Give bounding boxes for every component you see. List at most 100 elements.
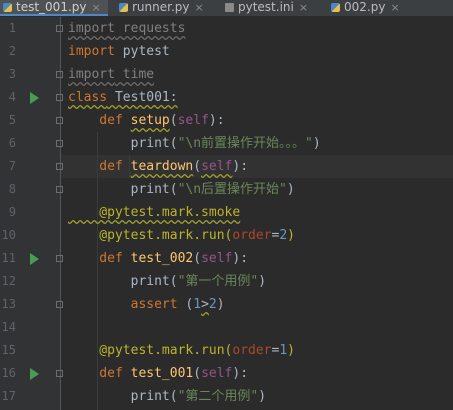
run-class-icon[interactable] (30, 92, 39, 104)
line-number: 1 (8, 21, 16, 35)
line-number: 8 (8, 182, 16, 196)
module-name: time (114, 67, 155, 82)
code-line-3: 3 import time (0, 63, 453, 86)
code-text: def teardown(self): (68, 155, 248, 178)
python-file-icon (331, 3, 340, 12)
code-line-4: 4 class Test001: (0, 86, 453, 109)
decorator: @pytest.mark.smoke (68, 205, 241, 220)
line-number: 4 (8, 90, 16, 104)
fold-icon[interactable] (56, 94, 63, 101)
line-number: 5 (8, 113, 16, 127)
fold-icon[interactable] (56, 255, 63, 262)
paren: ) (258, 389, 267, 404)
paren: ) (258, 274, 267, 289)
self-param: self (201, 366, 233, 381)
print-call: print( (68, 389, 178, 404)
tab-002-py[interactable]: 002.py × (328, 0, 418, 16)
code-text: @pytest.mark.run(order=1) (68, 339, 295, 362)
line-number: 17 (1, 389, 16, 403)
paren: ) (287, 228, 295, 243)
keyword-arg: order (232, 343, 272, 358)
line-number: 3 (8, 67, 16, 81)
paren: ): (232, 366, 249, 381)
code-line-10: 10 @pytest.mark.run(order=2) (0, 224, 453, 247)
close-tab-icon[interactable]: × (91, 1, 100, 14)
paren: ) (312, 136, 321, 151)
paren: ( (193, 159, 202, 174)
code-line-14: 14 (0, 316, 453, 339)
tab-label: 002.py (344, 0, 386, 14)
string-literal: "第一个用例" (177, 274, 259, 289)
paren: ( (193, 251, 202, 266)
code-text: print("第一个用例") (68, 270, 266, 293)
code-text: class Test001: (68, 86, 178, 109)
code-text: import requests (68, 17, 185, 40)
tab-pytest-ini[interactable]: pytest.ini × (222, 0, 324, 16)
code-line-11: 11 def test_002(self): (0, 247, 453, 270)
close-tab-icon[interactable]: × (195, 1, 204, 14)
tab-label: runner.py (132, 0, 190, 14)
paren: ): (232, 159, 249, 174)
self-param: self (201, 159, 233, 174)
code-line-16: 16 def test_001(self): (0, 362, 453, 385)
paren: ): (208, 113, 225, 128)
import-keyword: import (68, 67, 115, 82)
python-file-icon (119, 3, 128, 12)
number-literal: 1 (193, 297, 202, 312)
function-name: setup (130, 113, 170, 128)
print-call: print( (68, 182, 178, 197)
def-keyword: def (68, 366, 131, 381)
line-number: 16 (1, 366, 16, 380)
def-keyword: def (68, 251, 131, 266)
import-keyword: import (68, 21, 115, 36)
fold-icon[interactable] (56, 71, 63, 78)
active-tab-indicator (0, 14, 108, 16)
number-literal: 1 (279, 343, 288, 358)
paren: ( (169, 113, 178, 128)
class-keyword: class (68, 90, 108, 105)
code-line-13: 13 assert (1>2) (0, 293, 453, 316)
code-line-7: 7 def teardown(self): (0, 155, 453, 178)
fold-icon[interactable] (56, 186, 63, 193)
code-text: import time (68, 63, 154, 86)
code-text: def test_002(self): (68, 247, 248, 270)
module-name: pytest (114, 44, 170, 59)
code-text: print("第二个用例") (68, 385, 266, 408)
fold-icon[interactable] (56, 370, 63, 377)
line-number: 10 (1, 228, 16, 242)
line-number: 14 (1, 320, 16, 334)
code-text: @pytest.mark.run(order=2) (68, 224, 295, 247)
close-tab-icon[interactable]: × (390, 1, 399, 14)
line-number: 11 (1, 251, 16, 265)
string-literal: "\n后置操作开始" (177, 182, 287, 197)
fold-icon[interactable] (56, 163, 63, 170)
paren: ) (287, 343, 295, 358)
number-literal: 2 (208, 297, 217, 312)
fold-icon[interactable] (56, 117, 63, 124)
code-line-9: 9 @pytest.mark.smoke (0, 201, 453, 224)
string-literal: "第二个用例" (177, 389, 259, 404)
paren: ) (286, 182, 295, 197)
line-number: 12 (1, 274, 16, 288)
decorator: @pytest.mark.run( (68, 343, 233, 358)
tab-runner-py[interactable]: runner.py × (116, 0, 216, 16)
self-param: self (177, 113, 209, 128)
number-literal: 2 (279, 228, 288, 243)
run-test-icon[interactable] (30, 253, 39, 265)
fold-icon[interactable] (56, 140, 63, 147)
code-editor[interactable]: 1 import requests 2 import pytest 3 impo… (0, 17, 453, 410)
line-number: 9 (8, 205, 16, 219)
code-text: print("\n前置操作开始。。。") (68, 132, 321, 155)
code-line-1: 1 import requests (0, 17, 453, 40)
function-name: teardown (130, 159, 194, 174)
code-text: import pytest (68, 40, 170, 63)
run-test-icon[interactable] (30, 368, 39, 380)
fold-icon[interactable] (56, 25, 63, 32)
assert-keyword: assert (68, 297, 186, 312)
close-tab-icon[interactable]: × (299, 1, 308, 14)
keyword-arg: order (232, 228, 272, 243)
function-name: test_001 (130, 366, 194, 381)
fold-icon[interactable] (56, 301, 63, 308)
tab-label: pytest.ini (238, 0, 294, 14)
code-text: def setup(self): (68, 109, 225, 132)
